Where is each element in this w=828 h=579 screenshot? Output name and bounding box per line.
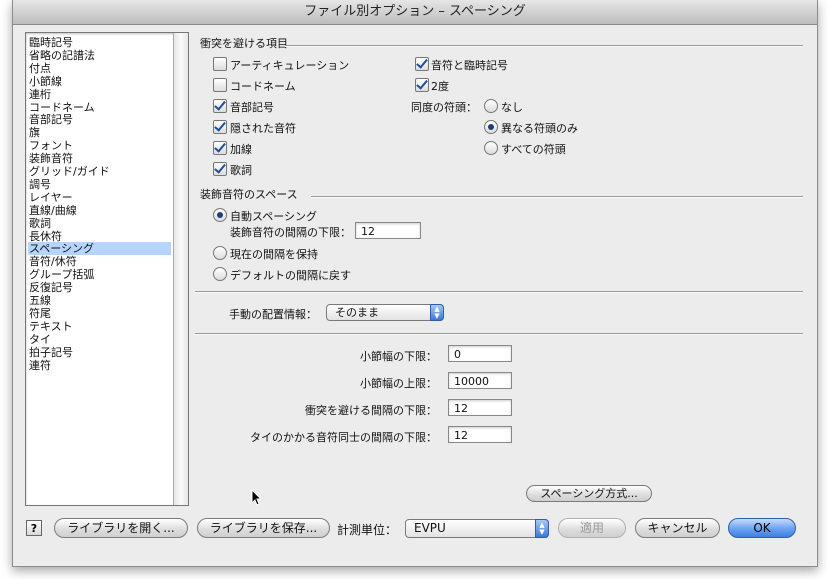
max-width-label: 小節幅の上限：: [360, 377, 437, 390]
auto-spacing-radio[interactable]: [213, 208, 227, 222]
collision-group-divider: [285, 45, 803, 47]
ledger-checkbox[interactable]: [213, 141, 227, 155]
manual-placement-popup[interactable]: そのまま ▲ ▼: [326, 304, 444, 321]
collision-min-label: 衝突を避ける間隔の下限：: [305, 404, 437, 417]
sidebar-item[interactable]: スペーシング: [28, 242, 171, 256]
max-width-input[interactable]: 10000: [448, 372, 512, 389]
ok-button[interactable]: OK: [728, 518, 796, 538]
unison-label: 同度の符頭：: [411, 101, 477, 114]
sidebar-item[interactable]: 省略の記譜法: [28, 49, 171, 62]
category-list[interactable]: 臨時記号 省略の記譜法 付点 小節線 連桁 コードネーム 音部記号旗フォント 装飾音符 グリッド…: [25, 32, 189, 506]
cancel-button[interactable]: キャンセル: [635, 518, 720, 538]
sidebar-item[interactable]: 調号: [28, 178, 171, 191]
sidebar-item[interactable]: 歌詞: [28, 217, 171, 230]
second-label: 2度: [431, 80, 449, 93]
open-library-button[interactable]: ライブラリを開く...: [54, 518, 188, 538]
sidebar-item[interactable]: 音符/休符: [28, 255, 171, 268]
popup-arrows-icon: ▲ ▼: [535, 519, 549, 538]
sidebar-item[interactable]: 符尾: [28, 307, 171, 320]
tie-min-input[interactable]: 12: [448, 426, 512, 443]
grace-min-input[interactable]: 12: [355, 222, 421, 239]
unit-label: 計測単位：: [337, 523, 398, 537]
unison-diff-radio[interactable]: [484, 120, 498, 134]
sidebar-item[interactable]: 音部記号: [28, 113, 171, 126]
unison-none-radio[interactable]: [484, 99, 498, 113]
sidebar-item[interactable]: 拍子記号: [28, 346, 171, 359]
chord-label: コードネーム: [230, 80, 296, 93]
collision-min-input[interactable]: 12: [448, 399, 512, 416]
grace-min-label: 装飾音符の間隔の下限：: [230, 226, 351, 239]
sidebar-item[interactable]: グループ括弧: [28, 268, 171, 281]
sidebar-item[interactable]: 旗: [28, 126, 171, 139]
mouse-pointer-icon: [251, 489, 263, 506]
notes-accidentals-checkbox[interactable]: [415, 57, 429, 71]
min-width-input[interactable]: 0: [448, 345, 512, 362]
lyrics-checkbox[interactable]: [213, 162, 227, 176]
spacing-method-button[interactable]: スペーシング方式...: [526, 485, 652, 502]
sidebar-item[interactable]: 付点: [28, 62, 171, 75]
default-spacing-label: デフォルトの間隔に戻す: [230, 269, 351, 282]
sidebar-item[interactable]: 長休符: [28, 230, 171, 243]
sidebar-item[interactable]: 装飾音符: [28, 152, 171, 165]
chord-checkbox[interactable]: [213, 78, 227, 92]
save-library-button[interactable]: ライブラリを保存...: [197, 518, 330, 538]
sidebar-item[interactable]: グリッド/ガイド: [28, 165, 171, 178]
grace-group-divider: [311, 196, 803, 198]
default-spacing-radio[interactable]: [213, 267, 227, 281]
sidebar-item[interactable]: フォント: [28, 139, 171, 152]
popup-arrows-icon: ▲ ▼: [430, 304, 444, 321]
hidden-notes-checkbox[interactable]: [213, 120, 227, 134]
window-title: ファイル別オプション – スペーシング: [13, 0, 817, 25]
manual-label: 手動の配置情報：: [229, 308, 317, 321]
clef-label: 音部記号: [230, 101, 274, 114]
articulation-label: アーティキュレーション: [230, 59, 350, 72]
auto-spacing-label: 自動スペーシング: [230, 210, 318, 223]
sidebar-item[interactable]: 連符: [28, 359, 171, 372]
ledger-label: 加線: [230, 143, 252, 156]
lyrics-label: 歌詞: [230, 164, 252, 177]
section-divider-1: [195, 291, 803, 293]
section-divider-2: [195, 333, 803, 335]
manual-placement-value: そのまま: [335, 306, 379, 319]
hidden-notes-label: 隠された音符: [230, 122, 296, 135]
sidebar-item[interactable]: 反復記号: [28, 281, 171, 294]
articulation-checkbox[interactable]: [213, 57, 227, 71]
second-checkbox[interactable]: [415, 78, 429, 92]
notes-accidentals-label: 音符と臨時記号: [431, 59, 508, 72]
apply-button[interactable]: 適用: [558, 518, 626, 538]
tie-min-label: タイのかかる音符同士の間隔の下限：: [250, 431, 437, 444]
unit-popup[interactable]: EVPU ▲ ▼: [405, 519, 549, 538]
unison-all-label: すべての符頭: [501, 143, 566, 156]
sidebar-item[interactable]: タイ: [28, 333, 171, 346]
sidebar-item[interactable]: 臨時記号: [28, 36, 171, 49]
sidebar-item[interactable]: 五線: [28, 294, 171, 307]
unison-diff-label: 異なる符頭のみ: [501, 122, 578, 135]
sidebar-item[interactable]: 小節線: [28, 75, 171, 88]
list-scrollbar[interactable]: [173, 33, 188, 505]
min-width-label: 小節幅の下限：: [360, 350, 437, 363]
keep-spacing-label: 現在の間隔を保持: [230, 248, 318, 261]
dialog-window: ファイル別オプション – スペーシング 臨時記号 省略の記譜法 付点 小節線 連桁 コード…: [12, 0, 818, 567]
sidebar-item[interactable]: コードネーム: [28, 101, 171, 114]
sidebar-item[interactable]: テキスト: [28, 320, 171, 333]
keep-spacing-radio[interactable]: [213, 246, 227, 260]
unison-all-radio[interactable]: [484, 141, 498, 155]
grace-group-header: 装飾音符のスペース: [200, 188, 298, 201]
unison-none-label: なし: [501, 101, 523, 114]
collision-group-header: 衝突を避ける項目: [200, 37, 288, 50]
help-button[interactable]: ?: [26, 520, 42, 536]
unit-value: EVPU: [414, 521, 446, 535]
clef-checkbox[interactable]: [213, 99, 227, 113]
sidebar-item[interactable]: 連桁: [28, 88, 171, 101]
sidebar-item[interactable]: レイヤー: [28, 191, 171, 204]
sidebar-item[interactable]: 直線/曲線: [28, 204, 171, 217]
